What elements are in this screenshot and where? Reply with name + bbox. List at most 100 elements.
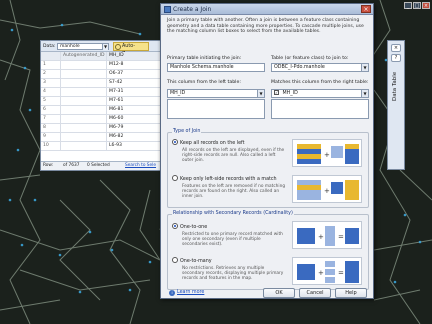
mh-id-cell: L6-93 bbox=[109, 143, 122, 148]
column-header-autogenerated-id[interactable]: Autogenerated_ID bbox=[61, 52, 107, 60]
table-row[interactable]: 7 M6-60 bbox=[41, 115, 167, 124]
auto-zoom-button[interactable]: Auto-Zoom bbox=[113, 42, 149, 57]
join-table-label: Table (or feature class) to join to: bbox=[271, 56, 349, 61]
data-table-panel: Data: manhole ▼ Auto-Zoom Autogenerated_… bbox=[40, 40, 167, 171]
data-table-status-bar: Row: of 7637 0 Selected Search to Sele bbox=[41, 161, 167, 170]
radio-icon[interactable] bbox=[172, 257, 178, 263]
option-keep-left-with-match-desc: Features on the left are removed if no m… bbox=[182, 184, 286, 200]
dialog-title-bar[interactable]: Create a Join × bbox=[161, 4, 373, 15]
option-one-to-many-label: One-to-many bbox=[180, 259, 212, 264]
column-header-index bbox=[41, 52, 61, 60]
dialog-title: Create a Join bbox=[173, 6, 212, 13]
cancel-button[interactable]: Cancel bbox=[299, 288, 331, 298]
left-column-select[interactable]: MH_ID ▼ bbox=[167, 89, 265, 98]
data-table-toolbar: Data: manhole ▼ Auto-Zoom bbox=[41, 41, 167, 57]
data-source-select[interactable]: manhole ▼ bbox=[57, 43, 109, 50]
autogenerated-id-cell bbox=[61, 79, 107, 87]
status-record-count: of 7637 bbox=[63, 163, 80, 168]
join-type-group: Type of Join Keep all records on the lef… bbox=[167, 129, 369, 208]
row-index-cell: 4 bbox=[41, 88, 61, 96]
row-index-cell: 3 bbox=[41, 79, 61, 87]
row-index-cell: 9 bbox=[41, 133, 61, 141]
right-column-list[interactable] bbox=[271, 99, 369, 119]
dialog-close-button[interactable]: × bbox=[361, 5, 371, 13]
autogenerated-id-cell bbox=[61, 70, 107, 78]
option-keep-all-left[interactable]: Keep all records on the left bbox=[172, 139, 245, 146]
table-header-row: Autogenerated_ID MH_ID bbox=[41, 52, 167, 61]
primary-table-field[interactable]: Manhole Schema.manhole bbox=[167, 63, 265, 72]
create-join-dialog: Create a Join × Join a primary table wit… bbox=[160, 3, 374, 299]
table-row[interactable]: 2 O6-37 bbox=[41, 70, 167, 79]
mh-id-cell: O6-37 bbox=[109, 71, 124, 76]
mh-id-cell: M7-61 bbox=[109, 98, 124, 103]
mh-id-cell: M12-8 bbox=[109, 62, 124, 67]
column-header-mh-id[interactable]: MH_ID bbox=[107, 52, 165, 60]
autogenerated-id-cell bbox=[61, 106, 107, 114]
svg-text:=: = bbox=[338, 233, 344, 241]
autogenerated-id-cell bbox=[61, 142, 107, 150]
minimize-button[interactable]: _ bbox=[404, 2, 412, 9]
option-one-to-many[interactable]: One-to-many bbox=[172, 257, 212, 264]
radio-icon[interactable] bbox=[172, 223, 178, 229]
table-row[interactable]: 8 M6-79 bbox=[41, 124, 167, 133]
dialog-description: Join a primary table with another. Often… bbox=[167, 18, 364, 35]
autogenerated-id-cell bbox=[61, 133, 107, 141]
data-table-dock-title[interactable]: Data Table bbox=[392, 41, 398, 101]
mh-id-cell: M6-81 bbox=[109, 107, 124, 112]
row-index-cell: 7 bbox=[41, 115, 61, 123]
ok-button[interactable]: OK bbox=[263, 288, 295, 298]
inner-join-diagram: + bbox=[292, 175, 362, 203]
left-column-value: MH_ID bbox=[170, 91, 186, 96]
table-row[interactable]: 3 S7-42 bbox=[41, 79, 167, 88]
svg-text:+: + bbox=[318, 269, 324, 277]
svg-text:+: + bbox=[324, 151, 330, 159]
chevron-down-icon[interactable]: ▼ bbox=[257, 90, 264, 97]
search-to-select-link[interactable]: Search to Sele bbox=[125, 162, 156, 170]
svg-text:=: = bbox=[338, 269, 344, 277]
mh-id-cell: M6-79 bbox=[109, 125, 124, 130]
one-to-one-diagram: + = bbox=[292, 221, 362, 249]
cardinality-group: Relationship with Secondary Records (Car… bbox=[167, 211, 369, 290]
help-button[interactable]: Help bbox=[335, 288, 367, 298]
table-row[interactable]: 5 M7-61 bbox=[41, 97, 167, 106]
row-index-cell: 8 bbox=[41, 124, 61, 132]
data-source-value: manhole bbox=[60, 44, 80, 49]
learn-more-link[interactable]: Learn more bbox=[177, 290, 204, 295]
checkbox-icon[interactable]: ✓ bbox=[274, 90, 279, 95]
right-column-label: Matches this column from the right table… bbox=[271, 80, 369, 85]
primary-table-label: Primary table initiating the join: bbox=[167, 56, 242, 61]
maximize-button[interactable]: □ bbox=[413, 2, 421, 9]
one-to-many-diagram: + = bbox=[292, 257, 362, 285]
option-one-to-many-desc: No restrictions. Retrieves any multiple … bbox=[182, 266, 284, 282]
row-index-cell: 6 bbox=[41, 106, 61, 114]
table-row[interactable]: 10 L6-93 bbox=[41, 142, 167, 151]
app-icon bbox=[164, 6, 171, 13]
right-column-select[interactable]: ✓ MH_ID ▼ bbox=[271, 89, 369, 98]
option-one-to-one[interactable]: One-to-one bbox=[172, 223, 207, 230]
data-table-dock-strip: × ? Data Table bbox=[387, 40, 405, 170]
chevron-down-icon[interactable]: ▼ bbox=[102, 44, 108, 50]
table-row[interactable]: 1 M12-8 bbox=[41, 61, 167, 70]
autogenerated-id-cell bbox=[61, 115, 107, 123]
table-row[interactable]: 9 M6-82 bbox=[41, 133, 167, 142]
mh-id-cell: M6-60 bbox=[109, 116, 124, 121]
table-row[interactable]: 4 M7-31 bbox=[41, 88, 167, 97]
chevron-down-icon[interactable]: ▼ bbox=[361, 90, 368, 97]
option-keep-left-with-match[interactable]: Keep only left-side records with a match bbox=[172, 175, 277, 182]
row-index-cell: 5 bbox=[41, 97, 61, 105]
radio-icon[interactable] bbox=[172, 175, 178, 181]
svg-text:+: + bbox=[324, 187, 330, 195]
left-column-list[interactable] bbox=[167, 99, 265, 119]
option-one-to-one-desc: Restricted to one primary record matched… bbox=[182, 232, 283, 248]
autogenerated-id-cell bbox=[61, 61, 107, 69]
radio-icon[interactable] bbox=[172, 139, 178, 145]
chevron-down-icon[interactable]: ▼ bbox=[361, 64, 368, 71]
close-window-button[interactable]: × bbox=[422, 2, 430, 9]
join-type-group-title: Type of Join bbox=[172, 129, 202, 134]
info-icon: i bbox=[169, 290, 175, 296]
autogenerated-id-cell bbox=[61, 97, 107, 105]
join-table-select[interactable]: ODBC_I-Pdo.manhole ▼ bbox=[271, 63, 369, 72]
option-keep-all-left-label: Keep all records on the left bbox=[180, 141, 245, 146]
table-row[interactable]: 6 M6-81 bbox=[41, 106, 167, 115]
option-one-to-one-label: One-to-one bbox=[180, 225, 208, 230]
